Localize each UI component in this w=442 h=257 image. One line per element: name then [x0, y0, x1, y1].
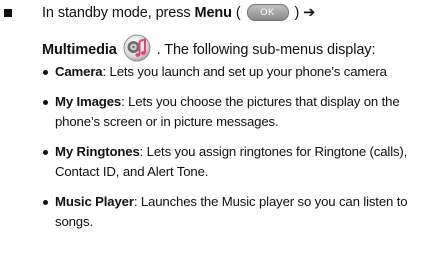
list-item-music-player: Music Player: Launches the Music player … — [43, 192, 438, 233]
item-desc: : Lets you launch and set up your phone’… — [102, 64, 387, 79]
instruction-line-1: In standby mode, press Menu ( OK ) ➔ — [42, 3, 316, 22]
item-term: Music Player — [55, 193, 134, 209]
item-term: Camera — [55, 64, 103, 79]
list-item-my-images: My Images: Lets you choose the pictures … — [43, 92, 438, 133]
multimedia-label: Multimedia — [42, 41, 117, 58]
bullet-dot-icon — [43, 70, 48, 75]
open-paren: ( — [235, 5, 241, 21]
instruction-line-2: Multimedia . The following sub-menus dis… — [42, 34, 376, 64]
ok-key-icon: OK — [246, 3, 289, 21]
multimedia-icon — [123, 34, 151, 62]
submenu-list: Camera: Lets you launch and set up your … — [43, 62, 438, 242]
item-term: My Ringtones — [55, 143, 140, 159]
menu-label: Menu — [194, 5, 232, 21]
bullet-dot-icon — [43, 99, 48, 105]
item-term: My Images — [55, 93, 122, 109]
manual-page: In standby mode, press Menu ( OK ) ➔ Mul… — [0, 0, 442, 257]
square-bullet-icon — [4, 9, 12, 17]
list-item-camera: Camera: Lets you launch and set up your … — [43, 62, 438, 83]
bullet-dot-icon — [43, 149, 48, 155]
close-paren-arrow: ) ➔ — [294, 5, 316, 21]
list-item-my-ringtones: My Ringtones: Lets you assign ringtones … — [43, 142, 438, 183]
bullet-dot-icon — [43, 199, 48, 205]
instruction-prefix: In standby mode, press — [42, 5, 191, 21]
instruction-suffix: . The following sub-menus display: — [156, 41, 376, 58]
